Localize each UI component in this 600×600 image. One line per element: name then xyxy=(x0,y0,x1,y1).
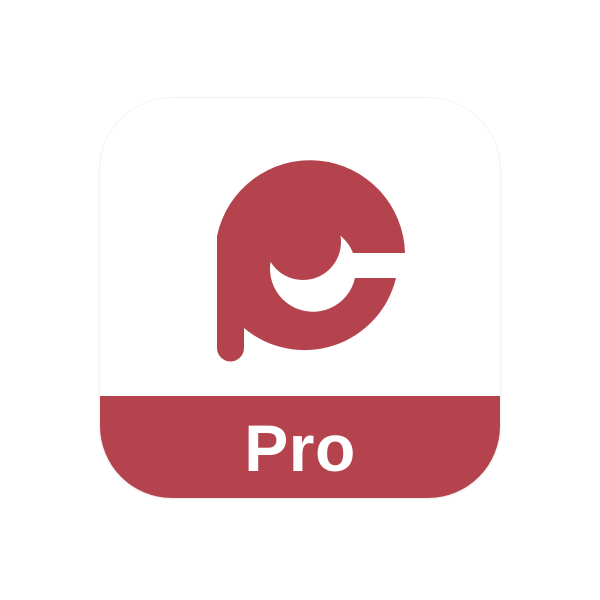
app-icon[interactable]: Pro xyxy=(100,98,500,498)
pro-badge-label: Pro xyxy=(244,411,356,485)
canvas: Pro xyxy=(0,0,600,600)
pro-badge-band: Pro xyxy=(100,396,500,498)
logo-center-dot xyxy=(265,204,341,280)
pc-logo-icon xyxy=(217,160,405,362)
